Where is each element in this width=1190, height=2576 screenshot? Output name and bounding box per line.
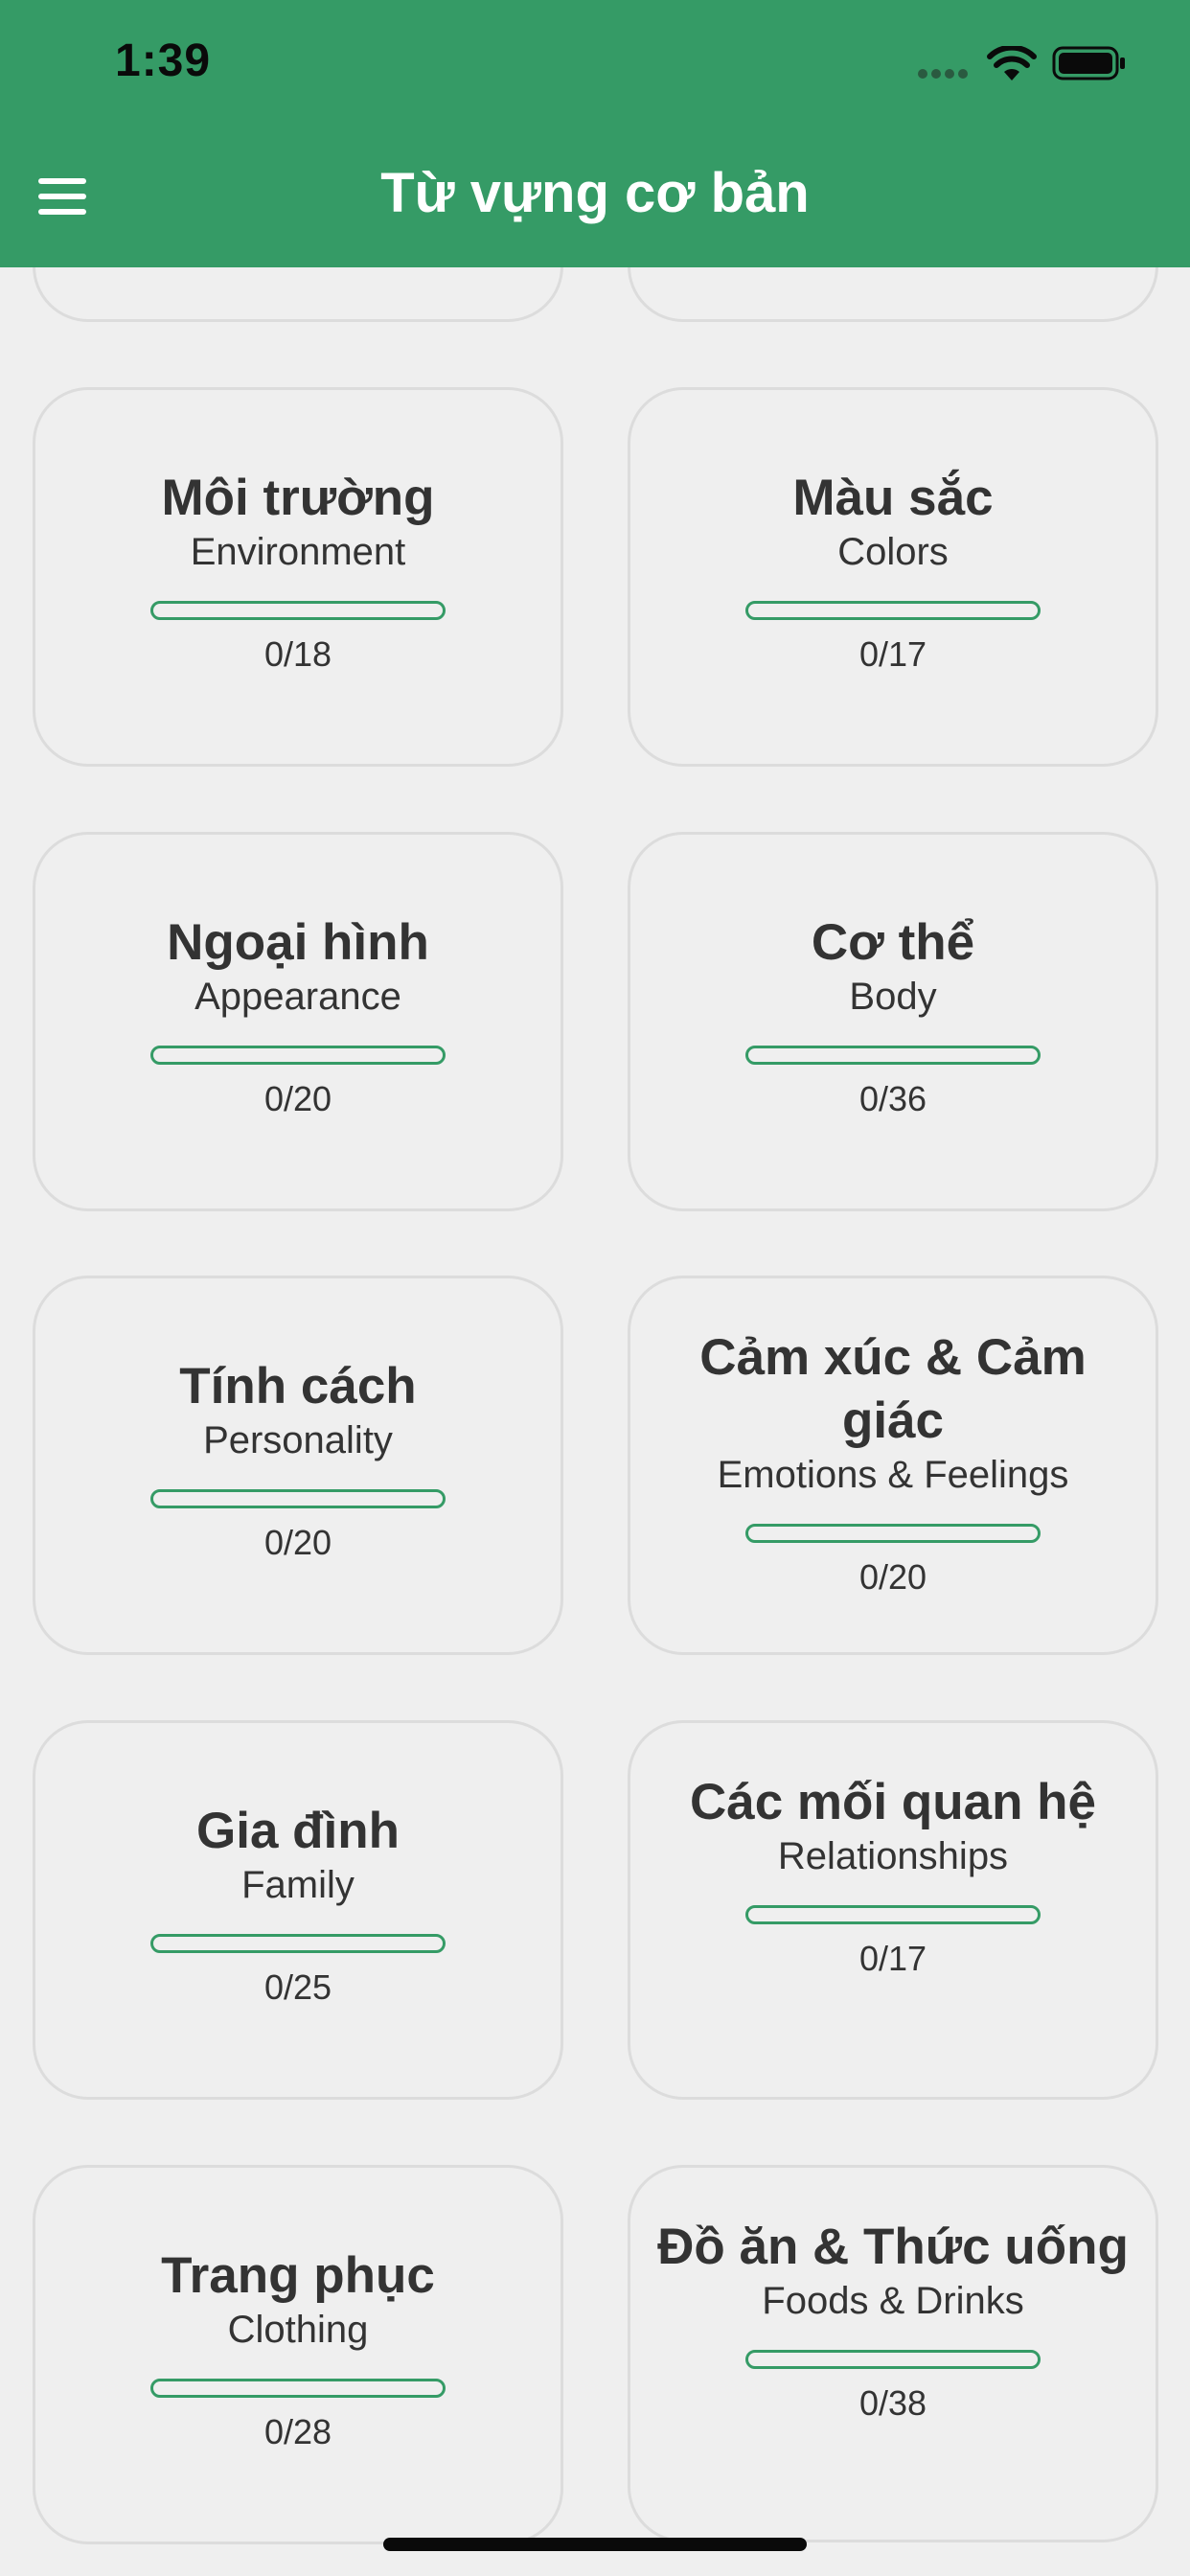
- card-count: 0/25: [263, 1967, 332, 2007]
- card-title: Cơ thể: [811, 914, 975, 971]
- battery-icon: [1052, 46, 1125, 80]
- card-title: Màu sắc: [792, 470, 994, 526]
- progress-bar: [745, 2350, 1041, 2369]
- card-title: Các mối quan hệ: [689, 1774, 1097, 1830]
- category-card[interactable]: Gia đình Family 0/25: [33, 1720, 563, 2100]
- card-title: Gia đình: [196, 1803, 400, 1859]
- card-title: Đồ ăn & Thức uống: [657, 2219, 1129, 2275]
- card-subtitle: Personality: [203, 1419, 393, 1461]
- card-subtitle: Appearance: [195, 976, 401, 1018]
- card-count: 0/20: [858, 1557, 927, 1597]
- category-card[interactable]: Tính cách Personality 0/20: [33, 1276, 563, 1655]
- card-count: 0/28: [263, 2412, 332, 2451]
- progress-bar: [150, 601, 446, 620]
- card-subtitle: Emotions & Feelings: [717, 1454, 1069, 1496]
- card-count: 0/17: [858, 634, 927, 674]
- home-indicator[interactable]: [383, 2538, 807, 2551]
- cellular-signal-icon: [918, 69, 975, 80]
- progress-bar: [150, 1046, 446, 1065]
- card-count: 0/20: [263, 1079, 332, 1118]
- category-card[interactable]: Màu sắc Colors 0/17: [628, 387, 1158, 767]
- card-title: Tính cách: [179, 1358, 417, 1414]
- progress-bar: [745, 601, 1041, 620]
- category-card[interactable]: Đồ ăn & Thức uống Foods & Drinks 0/38: [628, 2165, 1158, 2542]
- wifi-icon: [987, 46, 1037, 80]
- category-card[interactable]: Môi trường Environment 0/18: [33, 387, 563, 767]
- card-count: 0/36: [858, 1079, 927, 1118]
- category-card[interactable]: Trang phục Clothing 0/28: [33, 2165, 563, 2544]
- navigation-bar: 1:39 Từ vựng cơ bản: [0, 0, 1190, 267]
- progress-bar: [745, 1905, 1041, 1924]
- category-card[interactable]: Cơ thể Body 0/36: [628, 832, 1158, 1211]
- card-count: 0/18: [263, 634, 332, 674]
- card-count: 0/17: [858, 1939, 927, 1978]
- card-subtitle: Family: [241, 1864, 355, 1906]
- card-subtitle: Clothing: [227, 2309, 369, 2351]
- card-count: 0/20: [263, 1523, 332, 1562]
- progress-bar: [150, 2379, 446, 2398]
- card-subtitle: Environment: [190, 531, 406, 573]
- card-count: 0/38: [858, 2383, 927, 2423]
- progress-bar: [745, 1046, 1041, 1065]
- card-subtitle: Foods & Drinks: [762, 2280, 1024, 2322]
- progress-bar: [150, 1489, 446, 1508]
- card-title: Cảm xúc & Cảm giác: [699, 1329, 1087, 1449]
- page-title: Từ vựng cơ bản: [380, 162, 810, 224]
- category-card[interactable]: Cảm xúc & Cảm giác Emotions & Feelings 0…: [628, 1276, 1158, 1655]
- card-subtitle: Relationships: [777, 1835, 1009, 1877]
- category-card[interactable]: Ngoại hình Appearance 0/20: [33, 832, 563, 1211]
- progress-bar: [745, 1524, 1041, 1543]
- card-title: Ngoại hình: [167, 914, 429, 971]
- progress-bar: [150, 1934, 446, 1953]
- card-title: Trang phục: [161, 2247, 435, 2304]
- card-subtitle: Body: [849, 976, 937, 1018]
- card-subtitle: Colors: [837, 531, 949, 573]
- category-card[interactable]: Các mối quan hệ Relationships 0/17: [628, 1720, 1158, 2100]
- status-time: 1:39: [115, 35, 212, 86]
- card-title: Môi trường: [161, 470, 435, 526]
